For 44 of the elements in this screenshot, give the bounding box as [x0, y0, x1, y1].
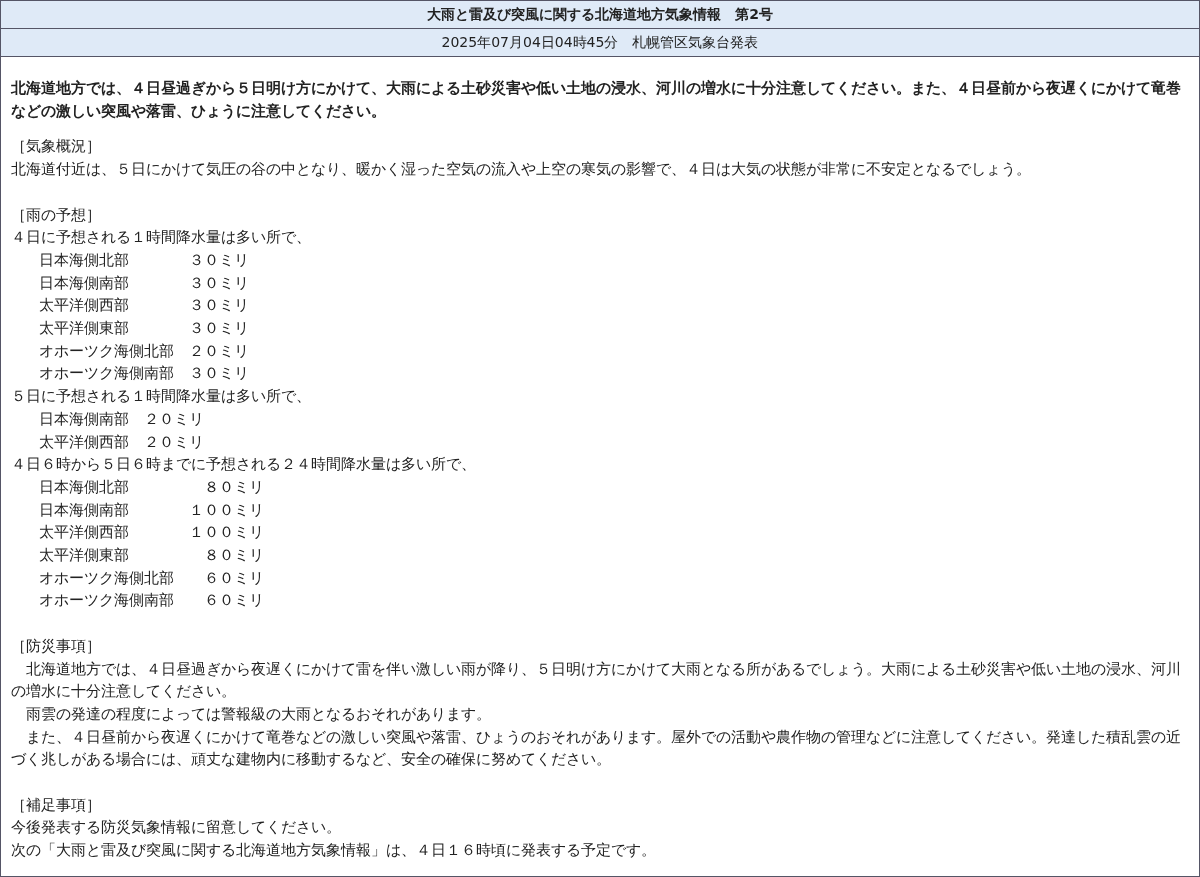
area-name: 太平洋側東部 — [39, 545, 130, 567]
area-name: 太平洋側西部 — [39, 431, 129, 453]
rainfall-amount: ２０ミリ — [189, 340, 249, 362]
headline-text: 北海道地方では、４日昼過ぎから５日明け方にかけて、大雨による土砂災害や低い土地の浸水、河川の増水に十分注意してください。また、４日昼前から夜遅くにかけて竜巻などの激しい突風や落雷、ひょうに注意してください。 — [11, 78, 1182, 122]
issue-time-text: 2025年07月04日04時45分 札幌管区気象台発表 — [0, 28, 1200, 56]
paragraph-text: 次の「大雨と雷及び突風に関する北海道地方気象情報」は、４日１６時頃に発表する予定です。 — [11, 840, 657, 862]
area-name: 太平洋側西部 — [39, 295, 130, 317]
forecast-intro-text: ５日に予想される１時間降水量は多い所で、 — [11, 386, 312, 408]
rainfall-amount: ８０ミリ — [203, 476, 264, 498]
area-name: 日本海側南部 — [39, 408, 129, 430]
area-name: 日本海側南部 — [39, 499, 130, 521]
rainfall-amount: ２０ミリ — [144, 408, 204, 430]
bulletin-title: 大雨と雷及び突風に関する北海道地方気象情報 第2号 — [0, 0, 1200, 28]
section-heading: ［補足事項］ — [11, 794, 102, 816]
rainfall-amount: ３０ミリ — [189, 249, 249, 271]
rainfall-amount: ６０ミリ — [203, 590, 264, 612]
rainfall-amount: １００ミリ — [189, 522, 264, 544]
paragraph-text: 今後発表する防災気象情報に留意してください。 — [11, 817, 342, 839]
rainfall-amount: ３０ミリ — [189, 295, 249, 317]
rainfall-amount: ３０ミリ — [189, 318, 249, 339]
area-name: 太平洋側東部 — [39, 318, 130, 339]
paragraph-text: 雨雲の発達の程度によっては警報級の大雨となるおそれがあります。 — [25, 703, 492, 725]
section-heading: ［気象概況］ — [11, 136, 102, 158]
area-name: オホーツク海側北部 — [39, 567, 174, 589]
paragraph-text: また、４日昼前から夜遅くにかけて竜巻などの激しい突風や落雷、ひょうのおそれがあります。屋外での活動や農作物の管理などに注意してください。発達した積乱雲の近づく兆しがある場合には、頑丈な建物内に移動するなど、安全の確保に努めてください。 — [11, 726, 1182, 771]
area-name: オホーツク海側南部 — [39, 590, 174, 612]
area-name: オホーツク海側北部 — [39, 340, 174, 362]
paragraph-text: 北海道付近は、５日にかけて気圧の谷の中となり、暖かく湿った空気の流入や上空の寒気の影響で、４日は大気の状態が非常に不安定となるでしょう。 — [11, 159, 1032, 181]
section-heading: ［防災事項］ — [11, 635, 102, 657]
rainfall-amount: ８０ミリ — [203, 545, 264, 567]
forecast-intro-text: ４日６時から５日６時までに予想される２４時間降水量は多い所で、 — [11, 454, 477, 476]
area-name: 日本海側南部 — [39, 272, 130, 294]
paragraph-text: 北海道地方では、４日昼過ぎから夜遅くにかけて雷を伴い激しい雨が降り、５日明け方にかけて大雨となる所があるでしょう。大雨による土砂災害や低い土地の浸水、河川の増水に十分注意してください。 — [11, 658, 1182, 703]
rainfall-amount: ６０ミリ — [203, 567, 264, 589]
section-heading: ［雨の予想］ — [11, 204, 102, 226]
area-name: 日本海側北部 — [39, 476, 130, 498]
rainfall-amount: ３０ミリ — [189, 363, 249, 385]
area-name: 日本海側北部 — [39, 249, 130, 271]
area-name: オホーツク海側南部 — [39, 363, 174, 385]
rainfall-amount: ３０ミリ — [189, 272, 249, 294]
area-name: 太平洋側西部 — [39, 522, 130, 544]
rainfall-amount: ２０ミリ — [144, 431, 204, 453]
forecast-intro-text: ４日に予想される１時間降水量は多い所で、 — [11, 227, 312, 249]
rainfall-amount: １００ミリ — [189, 499, 264, 521]
